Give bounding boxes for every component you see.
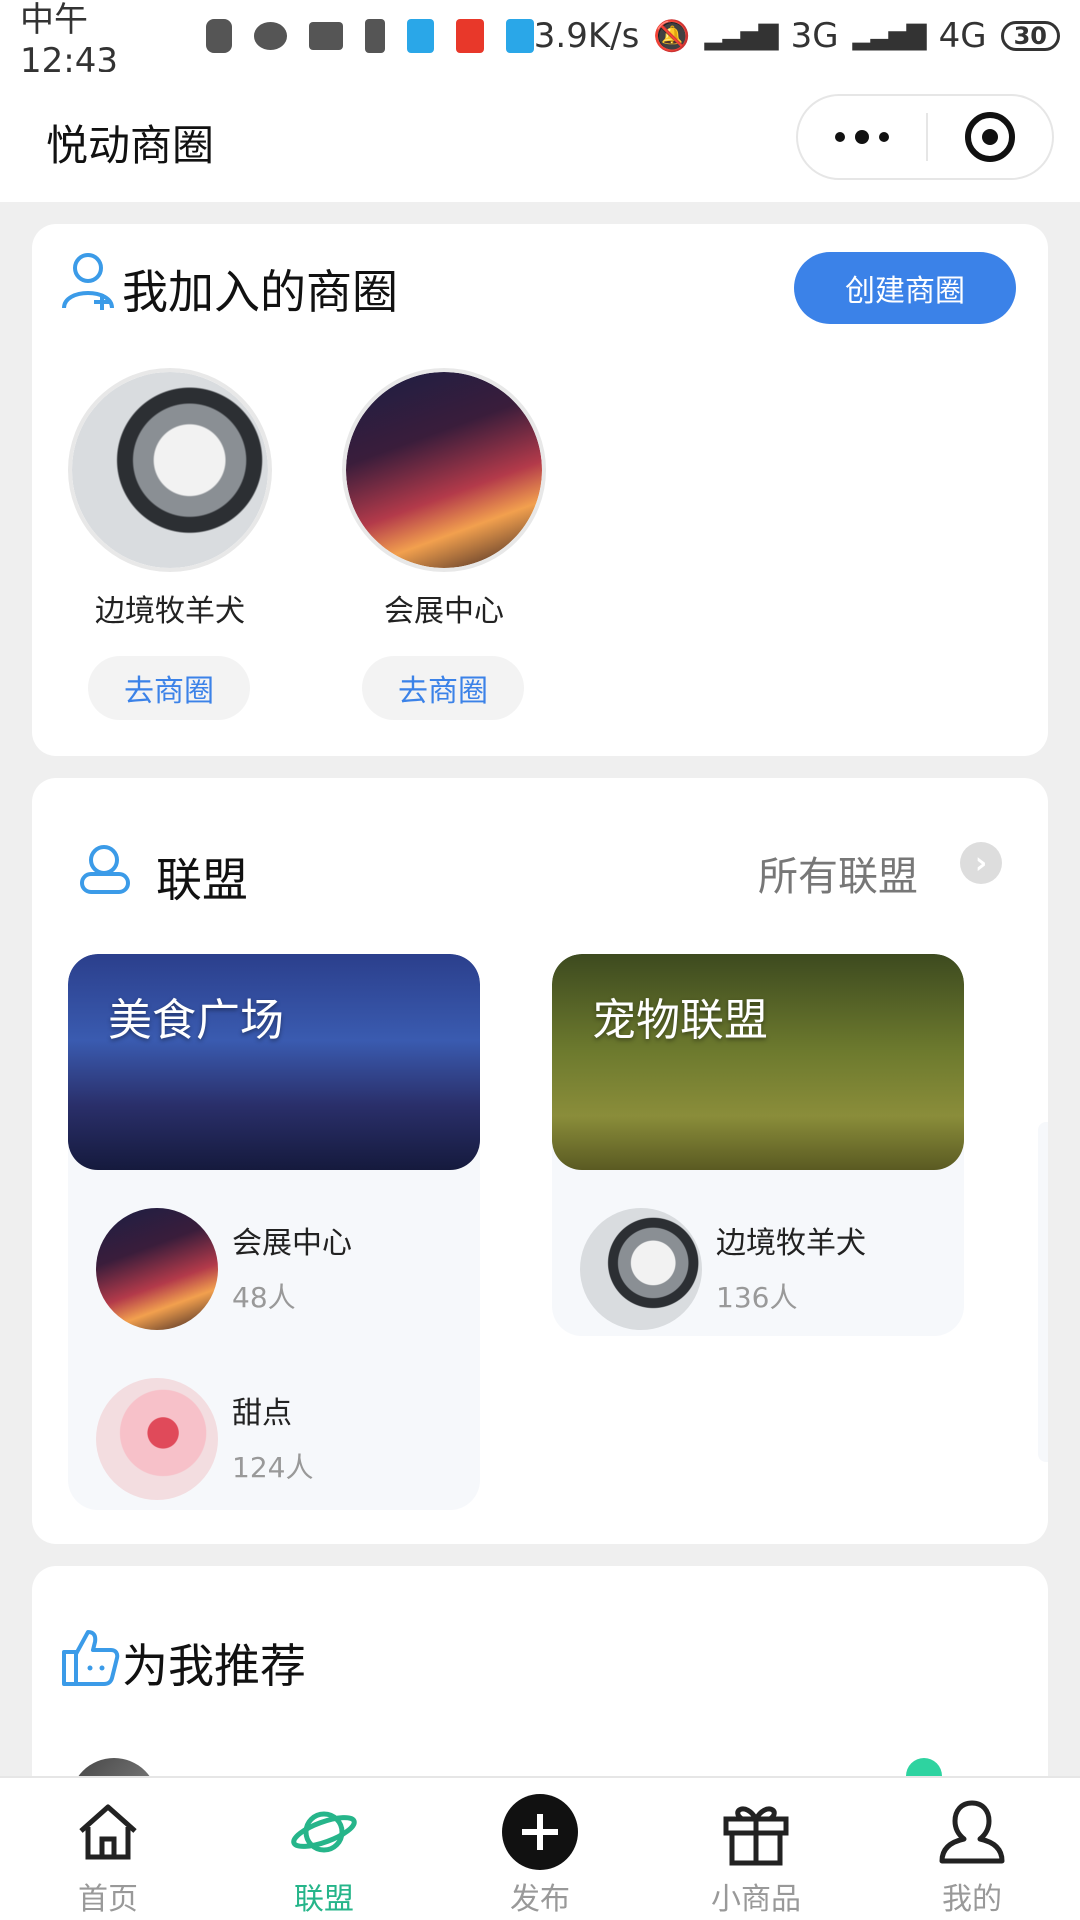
alliance-name: 宠物联盟 (592, 995, 768, 1046)
member-avatar (96, 1208, 218, 1330)
status-badge (906, 1758, 942, 1778)
tab-mine[interactable]: 我的 (864, 1778, 1080, 1920)
food-banner-image: 美食广场 (68, 954, 480, 1170)
member-item[interactable]: 甜点 124人 (96, 1378, 456, 1502)
member-item[interactable]: 边境牧羊犬 136人 (580, 1208, 940, 1332)
pet-banner-image: 宠物联盟 (552, 954, 964, 1170)
tab-home[interactable]: 首页 (0, 1778, 216, 1920)
section-title: 联盟 (156, 853, 248, 907)
planet-icon (291, 1811, 357, 1853)
alliance-icon (80, 845, 130, 894)
all-alliances-link[interactable]: 所有联盟 (758, 844, 918, 902)
dot-icon (835, 132, 845, 142)
create-circle-button[interactable]: 创建商圈 (794, 252, 1016, 324)
tab-label: 发布 (510, 1882, 570, 1917)
circle-name: 边境牧羊犬 (95, 594, 245, 629)
user-add-icon (62, 253, 114, 310)
circle-avatar[interactable] (68, 368, 272, 572)
shield-icon (206, 19, 232, 53)
member-avatar (96, 1378, 218, 1500)
sim-icon (364, 19, 385, 53)
member-item[interactable]: 会展中心 48人 (96, 1208, 456, 1332)
home-icon (79, 1804, 137, 1860)
signal-icon: ▂▃▅▇ (852, 21, 927, 51)
mute-icon: 🔕 (653, 18, 691, 54)
signal-icon: ▂▃▅▇ (704, 21, 779, 51)
network-4g: 4G (938, 16, 987, 56)
joined-circles-card: 我加入的商圈 创建商圈 边境牧羊犬 去商圈 会展中心 去商圈 (32, 224, 1048, 756)
dot-icon (855, 130, 869, 144)
circle-avatar[interactable] (342, 368, 546, 572)
member-name: 甜点 (232, 1396, 292, 1431)
member-name: 会展中心 (232, 1226, 352, 1261)
member-count: 124人 (232, 1451, 314, 1484)
status-time: 中午12:43 (20, 0, 118, 81)
wechat-icon (253, 22, 288, 50)
alliance-item[interactable]: 宠物联盟 边境牧羊犬 136人 (552, 954, 964, 1336)
network-speed: 3.9K/s (533, 16, 640, 56)
user-icon (939, 1800, 1005, 1864)
tab-label: 首页 (78, 1882, 138, 1917)
section-title: 我加入的商圈 (122, 265, 398, 319)
member-count: 136人 (716, 1281, 798, 1314)
doc-icon (406, 19, 435, 53)
tab-label: 小商品 (711, 1882, 801, 1917)
exhibition-center-image (346, 372, 542, 568)
tab-label: 联盟 (294, 1882, 354, 1917)
alliance-name: 美食广场 (108, 995, 284, 1046)
tab-label: 我的 (942, 1882, 1002, 1917)
circle-name: 会展中心 (384, 594, 504, 629)
member-name: 边境牧羊犬 (716, 1226, 866, 1261)
member-count: 48人 (232, 1281, 296, 1314)
alliance-card: 联盟 所有联盟 › 美食广场 会展中心 48人 甜点 124人 宠物联盟 边境牧… (32, 778, 1048, 1544)
close-button[interactable] (928, 112, 1052, 162)
member-avatar (580, 1208, 702, 1330)
tab-goods[interactable]: 小商品 (648, 1778, 864, 1920)
target-icon (965, 112, 1015, 162)
more-button[interactable] (798, 130, 926, 144)
plus-circle-icon (502, 1794, 578, 1870)
go-circle-button[interactable]: 去商圈 (88, 656, 250, 720)
alliance-item[interactable]: 美食广场 会展中心 48人 甜点 124人 (68, 954, 480, 1510)
border-collie-image (72, 372, 268, 568)
tab-publish[interactable]: 发布 (432, 1778, 648, 1920)
network-3g: 3G (790, 16, 839, 56)
nav-bar: 悦动商圈 (0, 72, 1080, 202)
app-icon (456, 19, 485, 53)
page-title: 悦动商圈 (46, 121, 215, 170)
status-bar: 中午12:43 3.9K/s 🔕 ▂▃▅▇ 3G ▂▃▅▇ 4G 30 (0, 0, 1080, 81)
mini-program-capsule (796, 94, 1054, 180)
next-alliance-peek (1038, 1122, 1048, 1462)
thumbs-up-icon (62, 1630, 120, 1686)
doc-icon (506, 19, 534, 53)
tab-alliance[interactable]: 联盟 (216, 1778, 432, 1920)
message-icon (309, 22, 343, 50)
chevron-right-icon[interactable]: › (960, 842, 1002, 884)
go-circle-button[interactable]: 去商圈 (362, 656, 524, 720)
dot-icon (879, 132, 889, 142)
gift-icon (723, 1806, 789, 1866)
battery-indicator: 30 (1000, 21, 1060, 51)
section-title: 为我推荐 (122, 1639, 306, 1693)
bottom-tab-bar: 首页 联盟 发布 小商品 我的 (0, 1776, 1080, 1920)
